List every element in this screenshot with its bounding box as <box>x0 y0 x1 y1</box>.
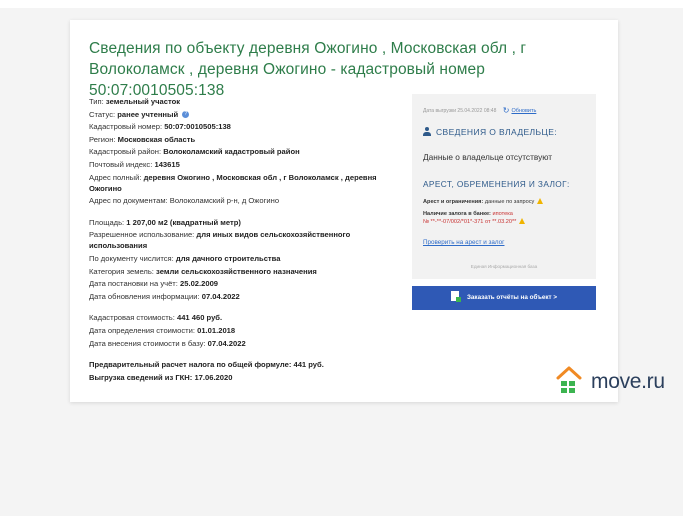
person-icon <box>423 127 431 136</box>
warning-icon <box>519 218 526 224</box>
info-value: 17.06.2020 <box>194 372 233 382</box>
bank-label: Наличие залога в банке: <box>423 211 491 217</box>
info-row-status: Статус: ранее учтенный ? <box>89 109 389 120</box>
info-row-land-category: Категория земель: земли сельскохозяйстве… <box>89 266 389 277</box>
info-row-cadastral-number: Кадастровый номер: 50:07:0010505:138 <box>89 121 389 132</box>
info-label: Адрес полный: <box>89 172 142 182</box>
info-value: 441 460 руб. <box>176 313 223 323</box>
move-logo: move.ru <box>556 362 682 398</box>
info-value: 07.04.2022 <box>201 291 240 301</box>
info-row-region: Регион: Московская область <box>89 134 389 145</box>
info-value: земли сельскохозяйственного назначения <box>156 266 317 276</box>
owner-heading: СВЕДЕНИЯ О ВЛАДЕЛЬЦЕ: <box>423 127 557 137</box>
info-label: Категория земель: <box>89 266 154 276</box>
info-row-document-use: По документу числится: для дачного строи… <box>89 253 389 264</box>
export-date-row: Дата выгрузки 25.04.2022 08:48 ↻ Обновить <box>423 106 536 115</box>
bank-number: № **-**-07/002/*01*-371 от **.03.20** <box>423 219 517 225</box>
info-value: земельный участок <box>105 97 181 106</box>
info-value: ранее учтенный <box>117 109 179 119</box>
warning-icon <box>537 198 544 204</box>
check-arrest-link[interactable]: Проверить на арест и залог <box>423 239 504 246</box>
info-value: 50:07:0010505:138 <box>164 122 231 132</box>
info-value: 1 207,00 м2 (квадратный метр) <box>126 217 241 227</box>
arrest-value: данные по запросу <box>484 199 535 205</box>
info-row-registration-date: Дата постановки на учёт: 25.02.2009 <box>89 278 389 289</box>
info-value: 441 руб. <box>293 360 324 370</box>
arrest-row: Арест и ограничения: данные по запросу <box>423 198 544 205</box>
arrest-heading: АРЕСТ, ОБРЕМЕНЕНИЯ И ЗАЛОГ: <box>423 179 570 189</box>
arrest-label: Арест и ограничения: <box>423 199 484 205</box>
page-title: Сведения по объекту деревня Ожогино , Мо… <box>89 40 527 99</box>
info-label: Кадастровый район: <box>89 147 162 157</box>
owner-heading-text: СВЕДЕНИЯ О ВЛАДЕЛЬЦЕ: <box>436 127 558 137</box>
info-label: Дата внесения стоимости в базу: <box>89 338 206 348</box>
house-logo-icon <box>556 366 582 393</box>
object-card: Сведения по объекту деревня Ожогино , Мо… <box>70 20 618 402</box>
document-icon <box>450 291 461 302</box>
info-label: Выгрузка сведений из ГКН: <box>89 372 193 382</box>
refresh-link[interactable]: Обновить <box>511 108 536 114</box>
info-row-type: Тип: земельный участок <box>89 96 389 107</box>
info-label: Тип: <box>89 97 104 106</box>
info-label: Дата обновления информации: <box>89 291 200 301</box>
info-label: Дата определения стоимости: <box>89 325 195 335</box>
logo-text: move.ru <box>591 370 665 393</box>
bank-row: Наличие залога в банке: ипотека № **-**-… <box>423 210 526 226</box>
info-value: Московская область <box>117 134 196 144</box>
top-strip <box>0 0 683 8</box>
info-value: Волоколамский р-н, д Ожогино <box>169 196 280 206</box>
info-label: Регион: <box>89 134 116 144</box>
database-label: Единая Информационная база <box>470 264 538 269</box>
info-label: Предварительный расчет налога по общей ф… <box>89 360 292 370</box>
info-row-full-address: Адрес полный: деревня Ожогино , Московск… <box>89 172 389 194</box>
refresh-icon[interactable]: ↻ <box>503 106 510 115</box>
info-row-tax-estimate: Предварительный расчет налога по общей ф… <box>89 359 389 370</box>
info-label: Площадь: <box>89 217 125 227</box>
info-value: для дачного строительства <box>175 253 281 263</box>
info-label: Статус: <box>89 109 116 119</box>
info-row-cadastral-value: Кадастровая стоимость: 441 460 руб. <box>89 312 389 323</box>
export-date: Дата выгрузки 25.04.2022 08:48 <box>423 107 497 114</box>
info-label: Кадастровая стоимость: <box>89 313 175 323</box>
info-label: Разрешенное использование: <box>89 230 195 240</box>
info-row-value-date: Дата определения стоимости: 01.01.2018 <box>89 325 389 336</box>
info-label: По документу числится: <box>89 253 174 263</box>
bank-value: ипотека <box>492 211 513 217</box>
owner-text: Данные о владельце отсутствуют <box>423 152 553 162</box>
info-row-update-date: Дата обновления информации: 07.04.2022 <box>89 291 389 302</box>
info-row-value-entry-date: Дата внесения стоимости в базу: 07.04.20… <box>89 338 389 349</box>
info-value: 01.01.2018 <box>197 325 236 335</box>
info-value: Волоколамский кадастровый район <box>163 147 300 157</box>
info-row-postcode: Почтовый индекс: 143615 <box>89 159 389 170</box>
info-row-gkn-export: Выгрузка сведений из ГКН: 17.06.2020 <box>89 372 389 383</box>
info-value: 25.02.2009 <box>180 279 219 289</box>
info-label: Кадастровый номер: <box>89 122 163 132</box>
order-reports-label: Заказать отчёты на объект > <box>466 294 558 301</box>
object-info: Тип: земельный участок Статус: ранее учт… <box>89 96 389 384</box>
info-row-doc-address: Адрес по документам: Волоколамский р-н, … <box>89 195 389 206</box>
info-label: Дата постановки на учёт: <box>89 279 178 289</box>
info-row-district: Кадастровый район: Волоколамский кадастр… <box>89 146 389 157</box>
info-row-area: Площадь: 1 207,00 м2 (квадратный метр) <box>89 217 389 228</box>
info-value: 07.04.2022 <box>207 338 246 348</box>
info-value: 143615 <box>154 159 180 169</box>
order-reports-button[interactable]: Заказать отчёты на объект > <box>412 286 596 310</box>
status-info-icon[interactable]: ? <box>182 111 190 119</box>
info-label: Почтовый индекс: <box>89 159 153 169</box>
info-label: Адрес по документам: <box>89 196 168 206</box>
owner-panel: Дата выгрузки 25.04.2022 08:48 ↻ Обновить… <box>412 94 596 279</box>
info-row-permitted-use: Разрешенное использование: для иных видо… <box>89 229 389 251</box>
